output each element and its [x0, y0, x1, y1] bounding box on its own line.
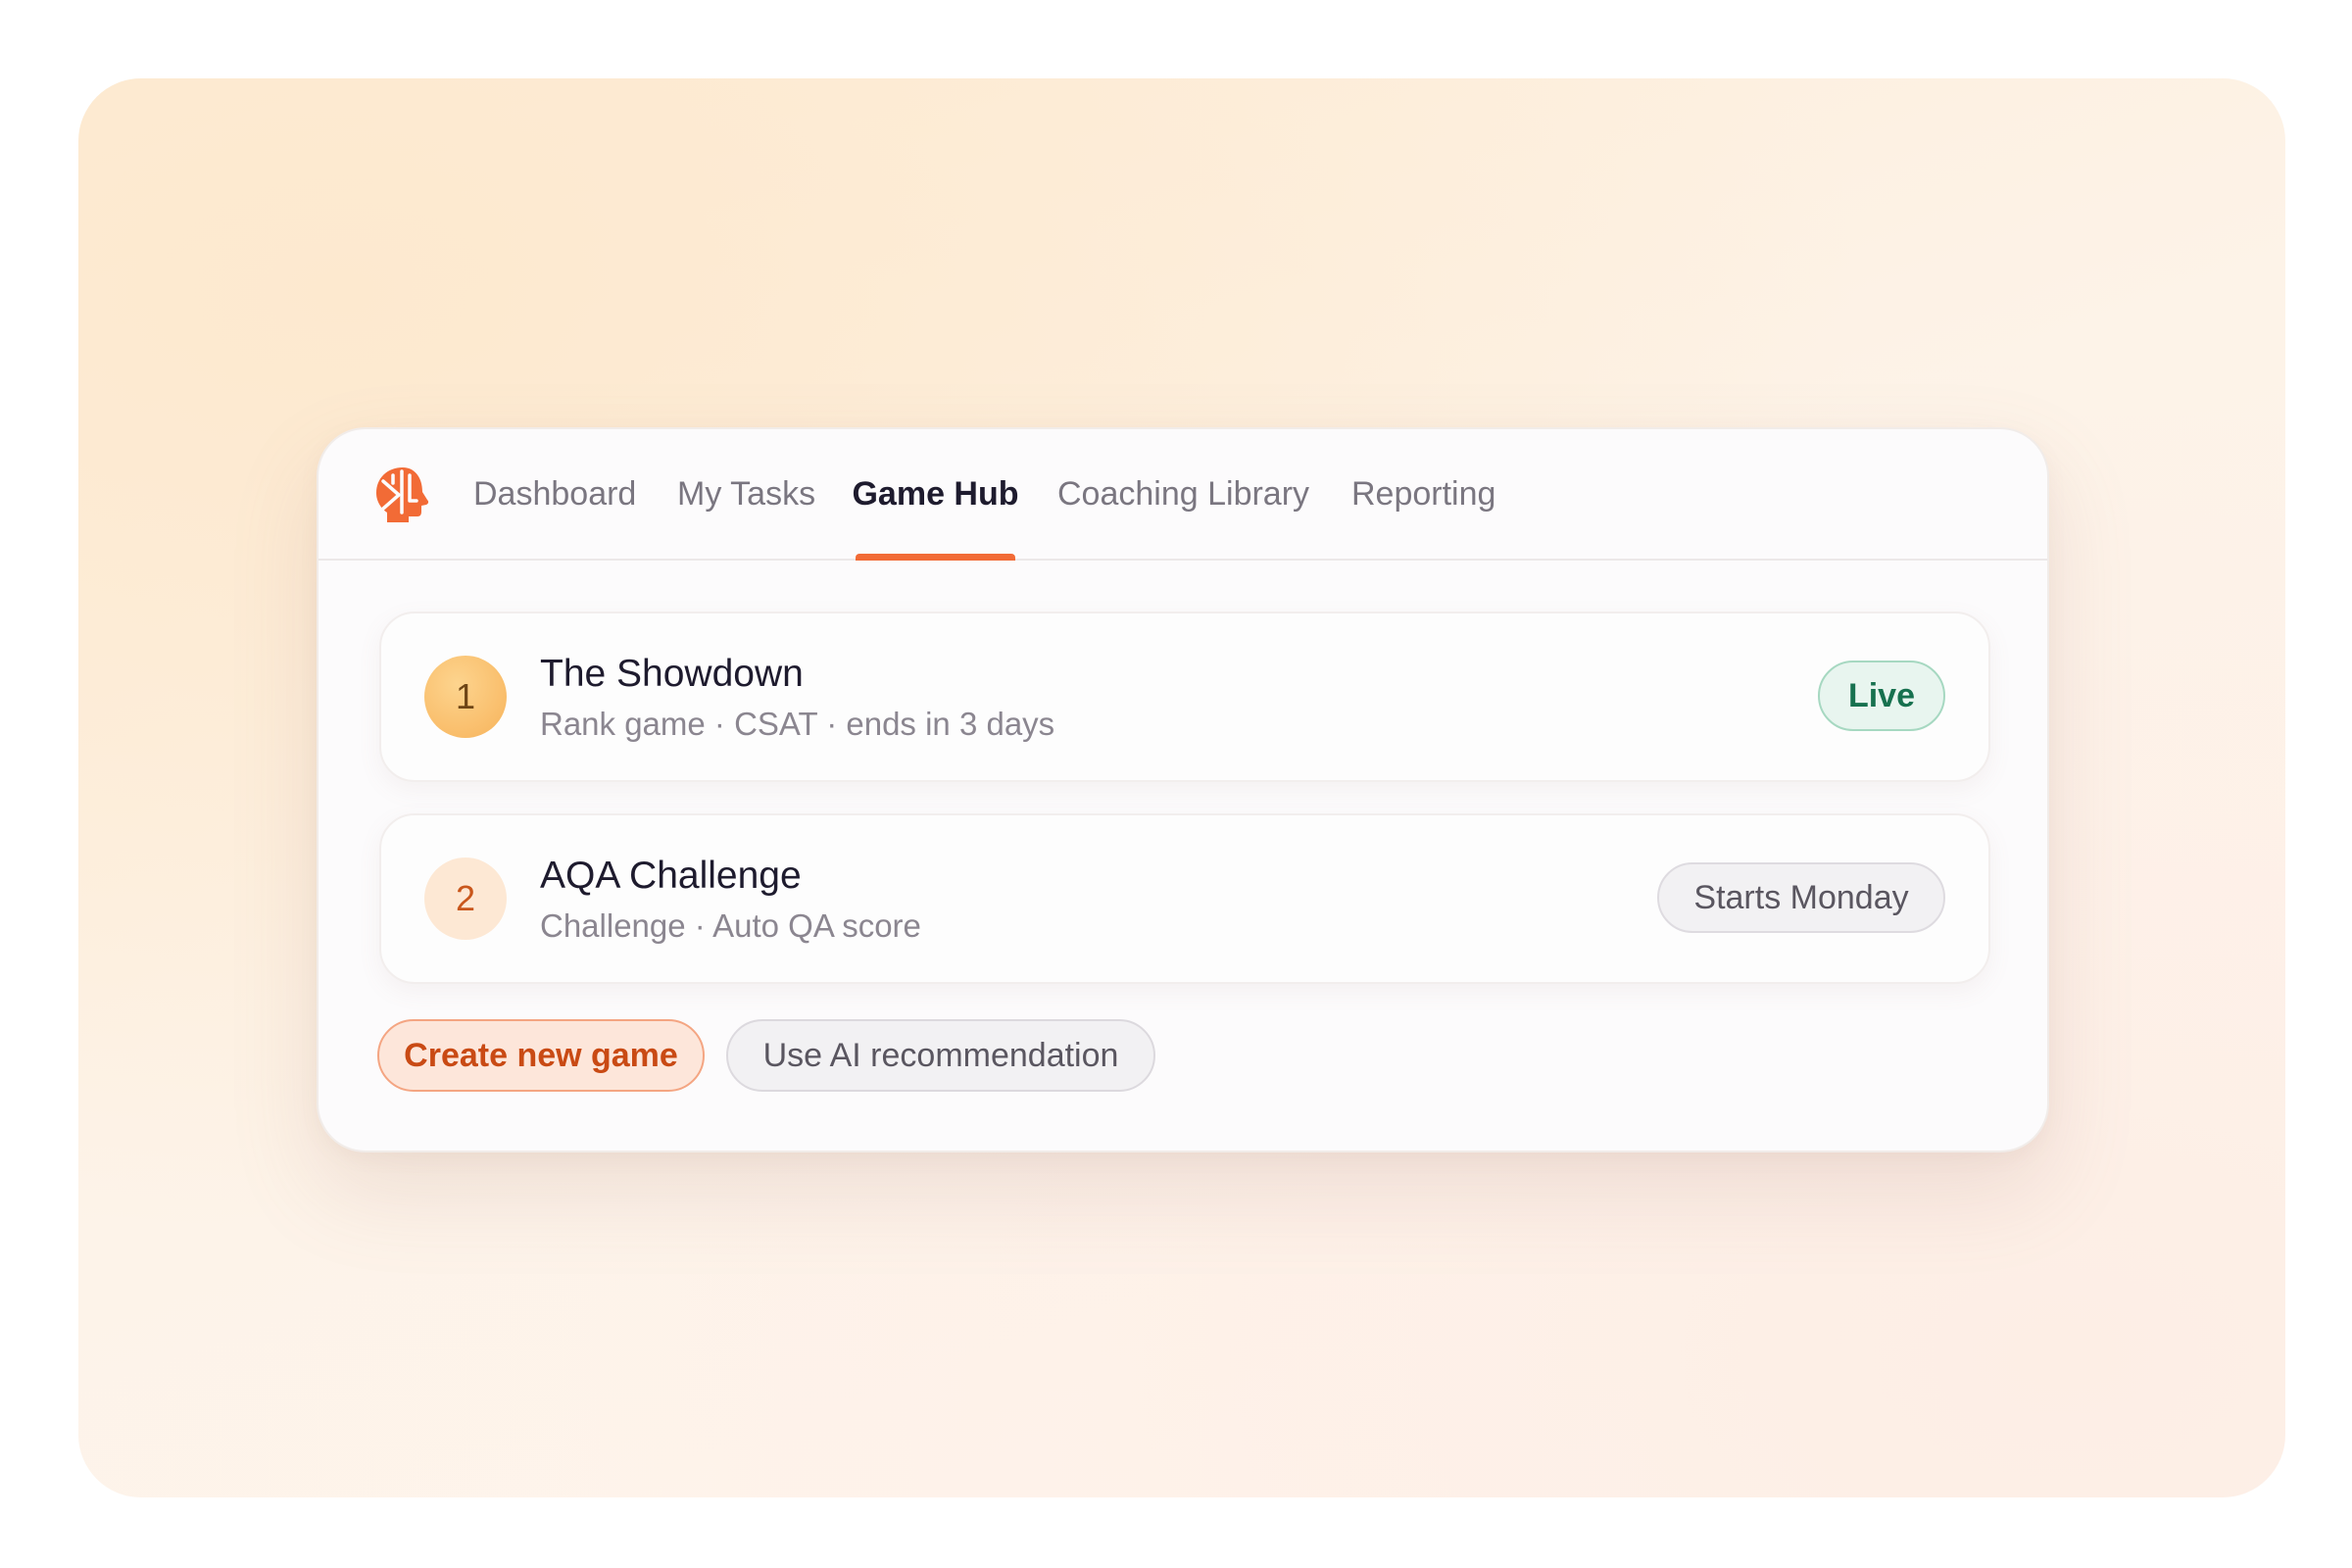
status-label: Starts Monday	[1693, 878, 1909, 916]
game-subtitle: Challenge · Auto QA score	[540, 907, 921, 944]
active-tab-indicator	[856, 554, 1015, 561]
status-label: Live	[1847, 676, 1916, 714]
rank-badge: 1	[424, 656, 507, 738]
tab-label: My Tasks	[677, 474, 816, 513]
tab-label: Dashboard	[473, 474, 637, 513]
game-hub-card: Dashboard My Tasks Game Hub Coaching Lib…	[317, 427, 2049, 1152]
button-label: Create new game	[404, 1036, 678, 1074]
use-ai-recommendation-button[interactable]: Use AI recommendation	[726, 1019, 1155, 1092]
tab-label: Coaching Library	[1057, 474, 1310, 513]
top-navigation: Dashboard My Tasks Game Hub Coaching Lib…	[318, 429, 2047, 561]
brain-head-icon[interactable]	[373, 465, 432, 525]
status-badge-scheduled: Starts Monday	[1657, 862, 1945, 933]
rank-number: 1	[455, 676, 476, 716]
status-badge-live: Live	[1818, 661, 1945, 731]
tab-label: Reporting	[1351, 474, 1496, 513]
create-new-game-button[interactable]: Create new game	[377, 1019, 705, 1092]
tab-my-tasks[interactable]: My Tasks	[677, 429, 815, 559]
rank-badge: 2	[424, 858, 507, 940]
game-title: The Showdown	[540, 653, 804, 695]
game-row-the-showdown[interactable]: 1 The Showdown Rank game · CSAT · ends i…	[379, 612, 1990, 782]
game-title: AQA Challenge	[540, 855, 802, 897]
tab-coaching-library[interactable]: Coaching Library	[1057, 429, 1309, 559]
button-label: Use AI recommendation	[762, 1036, 1119, 1074]
tab-game-hub[interactable]: Game Hub	[852, 429, 1019, 561]
game-row-aqa-challenge[interactable]: 2 AQA Challenge Challenge · Auto QA scor…	[379, 813, 1990, 984]
tab-label: Game Hub	[852, 474, 1019, 513]
tab-reporting[interactable]: Reporting	[1351, 429, 1495, 559]
tab-dashboard[interactable]: Dashboard	[473, 429, 636, 559]
game-subtitle: Rank game · CSAT · ends in 3 days	[540, 706, 1055, 742]
rank-number: 2	[455, 878, 476, 918]
